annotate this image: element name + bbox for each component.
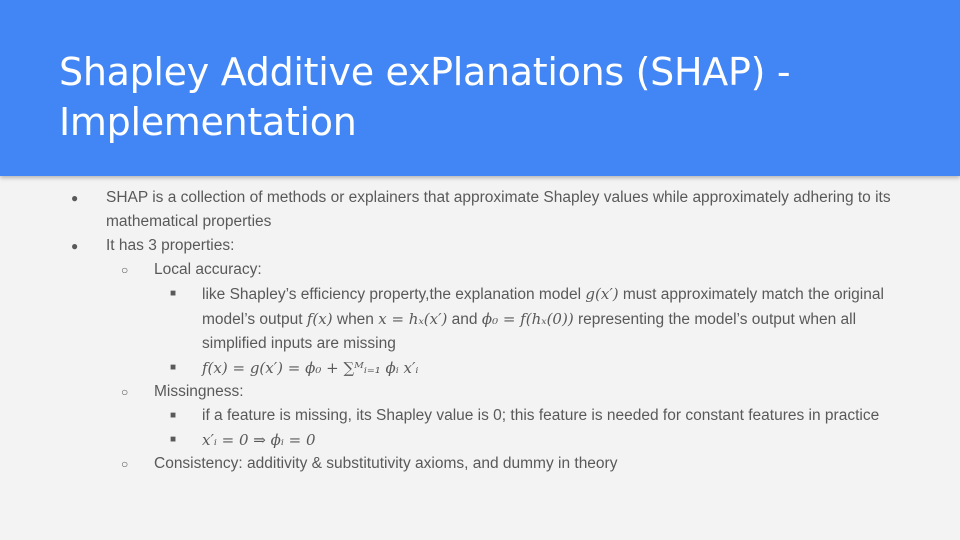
square-bullet-icon: ■ — [170, 410, 177, 421]
equation-missingness: x′ᵢ = 0 ⇒ ϕᵢ = 0 — [202, 431, 316, 449]
square-bullet-icon: ■ — [170, 362, 177, 373]
math-expression: ϕ₀ = f(hₓ(0)) — [481, 310, 574, 328]
bullet-text: Missingness: — [154, 383, 244, 400]
list-item: ● SHAP is a collection of methods or exp… — [0, 186, 960, 234]
bullet-text: like Shapley’s efficiency property,the e… — [202, 282, 912, 356]
bullet-text: SHAP is a collection of methods or expla… — [106, 189, 891, 230]
text-run: when — [332, 311, 379, 328]
hollow-circle-bullet-icon: ○ — [121, 385, 129, 399]
list-item: ○ Missingness: — [0, 380, 960, 404]
square-bullet-icon: ■ — [170, 288, 177, 299]
filled-circle-bullet-icon: ● — [71, 239, 79, 253]
list-item: ■ like Shapley’s efficiency property,the… — [0, 282, 960, 356]
list-item: ■ if a feature is missing, its Shapley v… — [0, 404, 960, 428]
math-expression: g(x′) — [585, 285, 619, 303]
list-item: ■ x′ᵢ = 0 ⇒ ϕᵢ = 0 — [0, 428, 960, 452]
slide-body: ● SHAP is a collection of methods or exp… — [0, 186, 960, 476]
text-run: and — [447, 311, 482, 328]
bullet-text: if a feature is missing, its Shapley val… — [202, 407, 880, 424]
bullet-text: It has 3 properties: — [106, 237, 235, 254]
filled-circle-bullet-icon: ● — [71, 191, 79, 205]
text-run: like Shapley’s efficiency property,the e… — [202, 286, 586, 303]
bullet-text: Consistency: additivity & substitutivity… — [154, 455, 618, 472]
list-item: ■ f(x) = g(x′) = ϕ₀ + ∑ᴹᵢ₌₁ ϕᵢ x′ᵢ — [0, 356, 960, 380]
equation-local-accuracy: f(x) = g(x′) = ϕ₀ + ∑ᴹᵢ₌₁ ϕᵢ x′ᵢ — [202, 359, 419, 377]
math-expression: f(x) — [306, 310, 333, 328]
list-item: ● It has 3 properties: — [0, 234, 960, 258]
square-bullet-icon: ■ — [170, 434, 177, 445]
list-item: ○ Local accuracy: — [0, 258, 960, 282]
bullet-text: Local accuracy: — [154, 261, 262, 278]
hollow-circle-bullet-icon: ○ — [121, 263, 129, 277]
slide-title: Shapley Additive exPlanations (SHAP) - I… — [59, 50, 791, 144]
hollow-circle-bullet-icon: ○ — [121, 457, 129, 471]
math-expression: x = hₓ(x′) — [378, 310, 448, 328]
title-bar: Shapley Additive exPlanations (SHAP) - I… — [0, 0, 960, 176]
list-item: ○ Consistency: additivity & substitutivi… — [0, 452, 960, 476]
